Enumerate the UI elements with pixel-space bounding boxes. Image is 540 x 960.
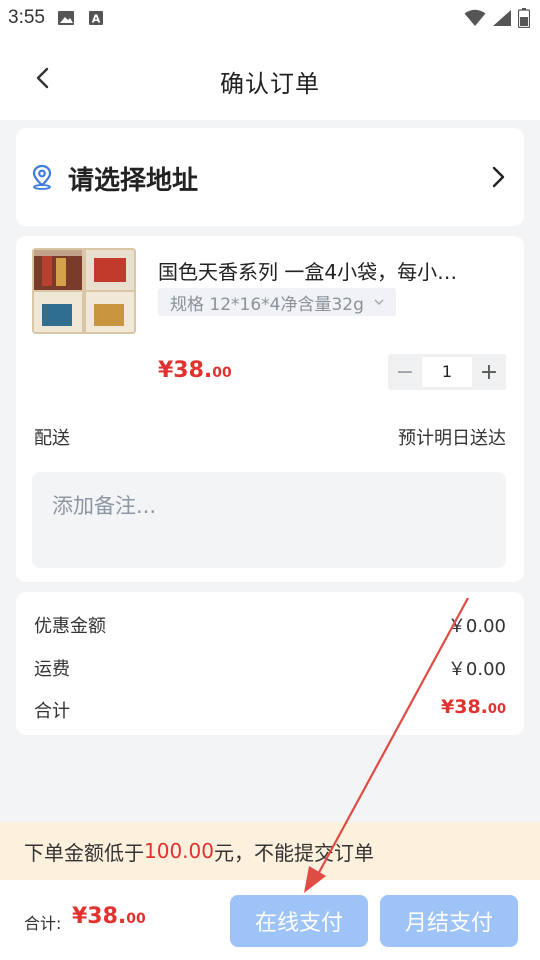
subtotal-integer: ¥38.	[441, 696, 488, 718]
shipping-value: ￥0.00	[447, 659, 506, 680]
price-summary-card: 优惠金额 ￥0.00 运费 ￥0.00 合计 ¥38.00	[16, 592, 524, 735]
price-integer: ¥38.	[158, 358, 213, 383]
delivery-label: 配送	[34, 428, 70, 449]
quantity-stepper[interactable]: − 1 +	[388, 354, 506, 390]
quantity-input[interactable]: 1	[422, 357, 472, 387]
product-title[interactable]: 国色天香系列 一盒4小袋，每小…	[158, 256, 504, 285]
shipping-label: 运费	[34, 659, 70, 680]
subtotal-label: 合计	[34, 701, 70, 722]
pay-monthly-button[interactable]: 月结支付	[380, 895, 518, 947]
total-price: ¥38.00	[72, 904, 146, 929]
page-title: 确认订单	[220, 70, 320, 98]
signal-icon	[493, 10, 511, 26]
battery-icon	[518, 8, 530, 28]
subtotal-decimal: 00	[487, 702, 506, 717]
note-input[interactable]: 添加备注...	[32, 472, 506, 568]
increase-button[interactable]: +	[472, 354, 506, 390]
product-image	[32, 248, 136, 334]
product-price: ¥38.00	[158, 358, 232, 383]
image-icon	[57, 11, 74, 25]
chevron-right-icon	[492, 166, 505, 188]
wifi-icon	[464, 9, 486, 26]
pay-online-button[interactable]: 在线支付	[230, 895, 368, 947]
status-bar: 3:55 A	[0, 0, 540, 36]
font-a-icon: A	[88, 11, 103, 26]
minimum-order-warning: 下单金额低于 100.00 元，不能提交订单	[0, 822, 540, 880]
navbar: 确认订单	[0, 36, 540, 120]
warning-suffix: 元，不能提交订单	[213, 840, 374, 865]
status-time: 3:55	[8, 7, 45, 28]
discount-value: ￥0.00	[447, 616, 506, 637]
svg-text:A: A	[92, 13, 101, 26]
spec-text: 规格 12*16*4净含量32g	[170, 294, 364, 315]
decrease-button[interactable]: −	[388, 354, 422, 390]
total-label: 合计:	[24, 914, 62, 933]
price-decimal: 00	[212, 365, 232, 381]
chevron-down-icon	[374, 299, 384, 305]
subtotal-value: ¥38.00	[441, 696, 506, 718]
delivery-value: 预计明日送达	[398, 428, 506, 449]
total-decimal: 00	[126, 911, 146, 927]
warning-amount: 100.00	[144, 839, 214, 863]
order-item-card: 国色天香系列 一盒4小袋，每小… 规格 12*16*4净含量32g ¥38.00…	[16, 236, 524, 582]
address-placeholder: 请选择地址	[68, 166, 199, 196]
location-pin-icon	[32, 164, 52, 190]
checkout-bar: 合计: ¥38.00 在线支付 月结支付	[0, 880, 540, 960]
product-thumbnail[interactable]	[32, 248, 136, 334]
address-selector[interactable]: 请选择地址	[16, 128, 524, 226]
spec-selector[interactable]: 规格 12*16*4净含量32g	[158, 288, 396, 316]
warning-prefix: 下单金额低于	[24, 840, 144, 865]
total-integer: ¥38.	[72, 904, 127, 929]
discount-label: 优惠金额	[34, 616, 106, 637]
